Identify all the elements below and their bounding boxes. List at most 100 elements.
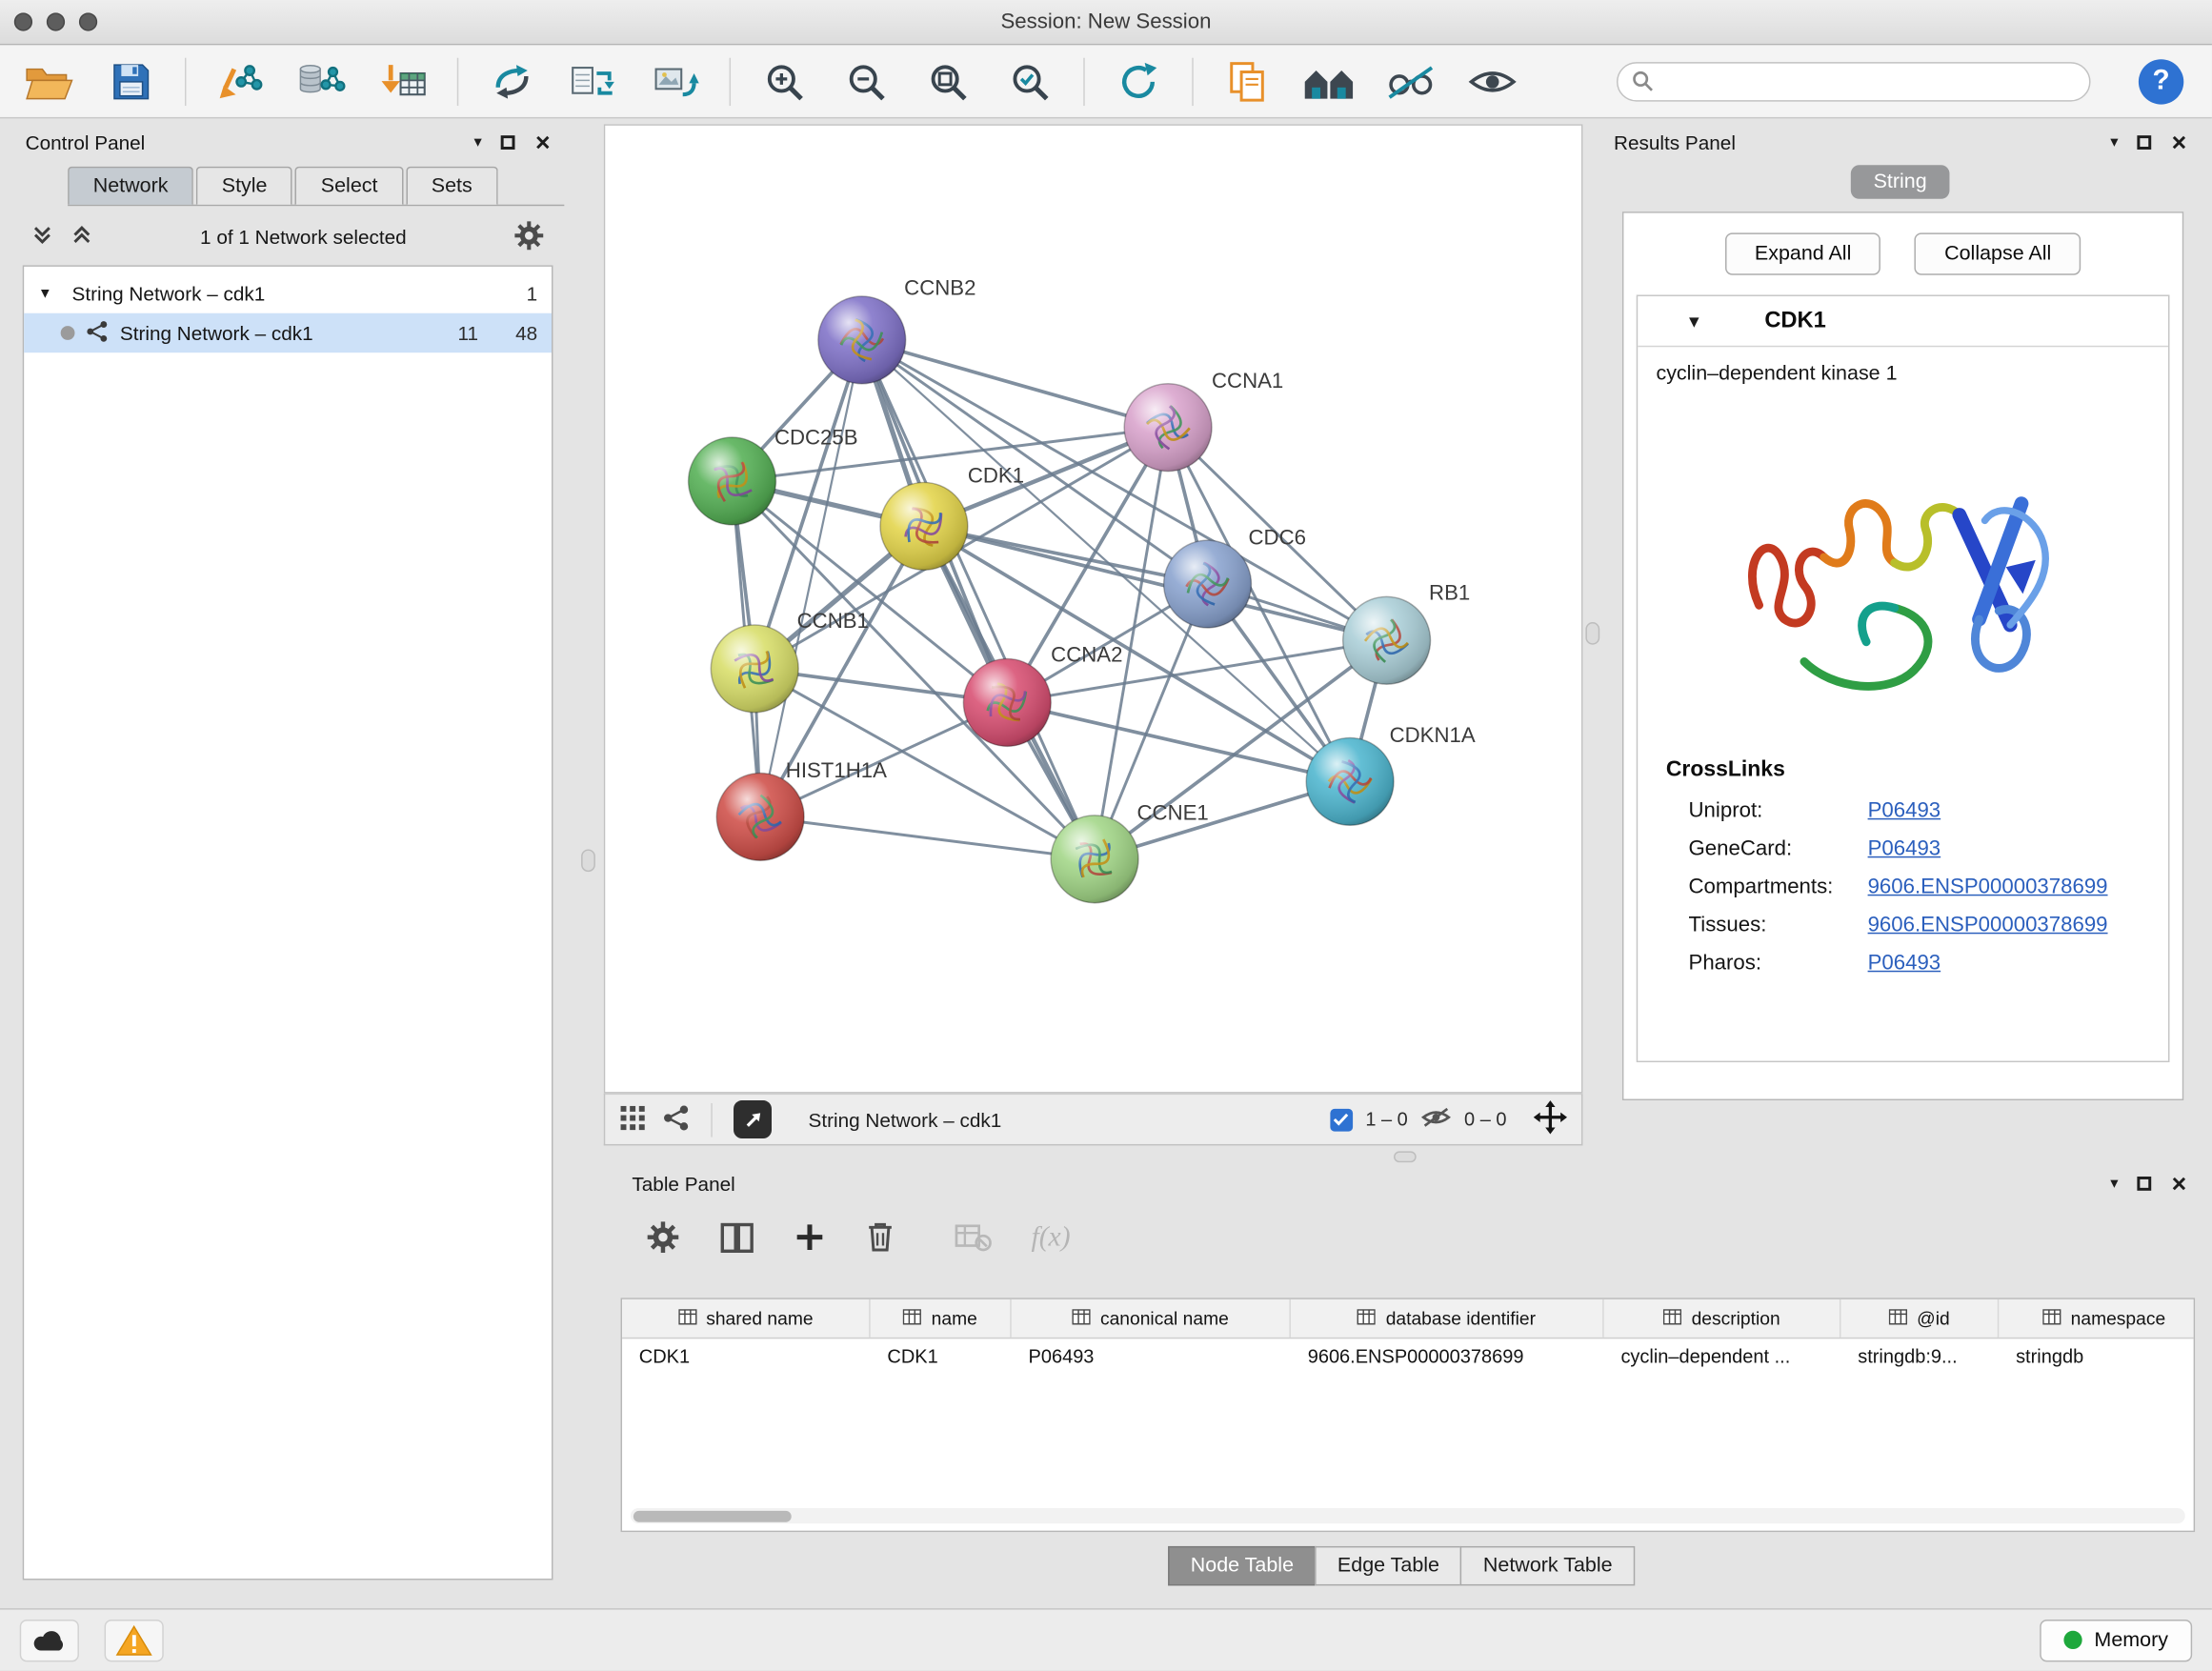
network-edge[interactable] bbox=[1007, 702, 1350, 781]
tab-style[interactable]: Style bbox=[196, 167, 292, 205]
zoom-in-button[interactable] bbox=[752, 51, 816, 111]
horizontal-scrollbar[interactable] bbox=[631, 1508, 2185, 1523]
tab-string[interactable]: String bbox=[1851, 165, 1949, 199]
window-minimize-icon[interactable] bbox=[47, 12, 65, 30]
memory-button[interactable]: Memory bbox=[2040, 1619, 2192, 1661]
window-zoom-icon[interactable] bbox=[79, 12, 97, 30]
clone-network-button[interactable] bbox=[561, 51, 626, 111]
panel-close-icon[interactable]: × bbox=[2172, 1171, 2187, 1197]
network-node-ccnb1[interactable]: CCNB1 bbox=[711, 609, 869, 713]
import-network-file-button[interactable] bbox=[208, 51, 272, 111]
column-header-namespace[interactable]: namespace bbox=[1999, 1299, 2195, 1338]
delete-column-trash-icon[interactable] bbox=[865, 1220, 896, 1255]
network-label: String Network – cdk1 bbox=[120, 322, 313, 345]
panel-float-icon[interactable] bbox=[2138, 1177, 2152, 1191]
node-label: HIST1H1A bbox=[786, 758, 887, 782]
column-header-database-identifier[interactable]: database identifier bbox=[1291, 1299, 1604, 1338]
import-network-database-button[interactable] bbox=[290, 51, 354, 111]
panel-close-icon[interactable]: × bbox=[535, 130, 551, 155]
zoom-selected-button[interactable] bbox=[997, 51, 1062, 111]
panel-float-icon[interactable] bbox=[501, 135, 515, 150]
hidden-eye-icon[interactable] bbox=[1420, 1106, 1452, 1133]
open-session-button[interactable] bbox=[17, 51, 82, 111]
network-edge[interactable] bbox=[924, 526, 1387, 640]
share-network-icon[interactable] bbox=[663, 1104, 690, 1136]
protein-name: CDK1 bbox=[1764, 309, 1826, 334]
crosslink-label: GeneCard: bbox=[1689, 836, 1868, 860]
copy-document-button[interactable] bbox=[1215, 51, 1279, 111]
birdseye-view-button[interactable] bbox=[734, 1100, 772, 1138]
zoom-out-button[interactable] bbox=[834, 51, 898, 111]
network-node-cdk1[interactable]: CDK1 bbox=[880, 463, 1024, 570]
tab-node-table[interactable]: Node Table bbox=[1168, 1546, 1317, 1585]
home-views-button[interactable] bbox=[1297, 51, 1361, 111]
column-header-description[interactable]: description bbox=[1604, 1299, 1841, 1338]
table-row[interactable]: CDK1CDK1P064939606.ENSP00000378699cyclin… bbox=[622, 1339, 2194, 1377]
network-edge[interactable] bbox=[862, 340, 1168, 428]
crosslink-value-link[interactable]: P06493 bbox=[1868, 798, 1941, 822]
annotation-grid-icon[interactable] bbox=[619, 1104, 646, 1136]
column-header-id[interactable]: @id bbox=[1840, 1299, 1999, 1338]
selected-checkbox-icon[interactable] bbox=[1330, 1108, 1353, 1131]
crosslink-value-link[interactable]: P06493 bbox=[1868, 951, 1941, 975]
column-header-canonical-name[interactable]: canonical name bbox=[1012, 1299, 1291, 1338]
import-table-button[interactable] bbox=[371, 51, 435, 111]
panel-close-icon[interactable]: × bbox=[2172, 130, 2187, 155]
network-node-hist1h1a[interactable]: HIST1H1A bbox=[716, 758, 887, 860]
tab-select[interactable]: Select bbox=[295, 167, 403, 205]
network-edge[interactable] bbox=[760, 340, 862, 817]
search-input[interactable] bbox=[1661, 70, 2075, 92]
table-settings-gear-icon[interactable] bbox=[646, 1220, 680, 1255]
scrollbar-thumb[interactable] bbox=[633, 1510, 792, 1521]
collapse-all-button[interactable]: Collapse All bbox=[1915, 232, 2081, 274]
entry-expander-icon[interactable]: ▼ bbox=[1686, 312, 1703, 330]
expand-all-tree-icon[interactable] bbox=[31, 223, 54, 252]
splitter-handle[interactable] bbox=[581, 849, 595, 872]
network-node-ccna1[interactable]: CCNA1 bbox=[1124, 369, 1283, 471]
show-columns-icon[interactable] bbox=[719, 1221, 754, 1254]
show-eye-button[interactable] bbox=[1460, 51, 1525, 111]
refresh-view-button[interactable] bbox=[1106, 51, 1171, 111]
network-node-cdc6[interactable]: CDC6 bbox=[1164, 526, 1306, 628]
crosslink-value-link[interactable]: P06493 bbox=[1868, 836, 1941, 860]
splitter-handle[interactable] bbox=[1585, 622, 1599, 645]
network-canvas[interactable]: CCNB2CCNA1CDC25BCDK1CDC6RB1CCNB1CCNA2CDK… bbox=[604, 124, 1583, 1093]
network-arrows-button[interactable] bbox=[479, 51, 544, 111]
panel-float-icon[interactable] bbox=[2138, 135, 2152, 150]
panel-menu-icon[interactable]: ▾ bbox=[2110, 1176, 2118, 1191]
zoom-fit-button[interactable] bbox=[915, 51, 980, 111]
tab-network-table[interactable]: Network Table bbox=[1460, 1546, 1635, 1585]
crosslink-value-link[interactable]: 9606.ENSP00000378699 bbox=[1868, 913, 2108, 936]
hide-glasses-button[interactable] bbox=[1378, 51, 1443, 111]
crosslink-value-link[interactable]: 9606.ENSP00000378699 bbox=[1868, 875, 2108, 898]
window-close-icon[interactable] bbox=[14, 12, 32, 30]
export-image-button[interactable] bbox=[643, 51, 708, 111]
network-edge[interactable] bbox=[862, 340, 1095, 859]
cloud-sync-button[interactable] bbox=[20, 1619, 79, 1661]
pan-crosshair-icon[interactable] bbox=[1534, 1100, 1568, 1138]
network-options-gear-icon[interactable] bbox=[513, 219, 545, 254]
tab-edge-table[interactable]: Edge Table bbox=[1315, 1546, 1461, 1585]
tab-network[interactable]: Network bbox=[68, 167, 193, 205]
crosslinks-title: CrossLinks bbox=[1666, 757, 2168, 783]
network-node-cdkn1a[interactable]: CDKN1A bbox=[1306, 723, 1476, 825]
splitter-handle[interactable] bbox=[1394, 1151, 1417, 1162]
network-row[interactable]: String Network – cdk1 11 48 bbox=[24, 313, 552, 352]
panel-menu-icon[interactable]: ▾ bbox=[473, 134, 481, 150]
column-header-shared-name[interactable]: shared name bbox=[622, 1299, 871, 1338]
network-edge[interactable] bbox=[760, 816, 1095, 858]
help-button[interactable]: ? bbox=[2139, 58, 2183, 103]
expand-all-button[interactable]: Expand All bbox=[1725, 232, 1881, 274]
protein-entry-header[interactable]: ▼ CDK1 bbox=[1638, 296, 2168, 347]
network-node-rb1[interactable]: RB1 bbox=[1343, 580, 1471, 684]
warnings-button[interactable] bbox=[105, 1619, 164, 1661]
home-views-icon bbox=[1302, 61, 1356, 100]
tab-sets[interactable]: Sets bbox=[406, 167, 497, 205]
save-session-button[interactable] bbox=[99, 51, 164, 111]
add-column-plus-icon[interactable] bbox=[794, 1221, 826, 1253]
panel-menu-icon[interactable]: ▾ bbox=[2110, 134, 2118, 150]
column-header-name[interactable]: name bbox=[871, 1299, 1012, 1338]
collapse-all-tree-icon[interactable] bbox=[70, 223, 93, 252]
tree-expander-icon[interactable]: ▼ bbox=[38, 286, 61, 301]
network-collection-row[interactable]: ▼ String Network – cdk1 1 bbox=[24, 273, 552, 312]
